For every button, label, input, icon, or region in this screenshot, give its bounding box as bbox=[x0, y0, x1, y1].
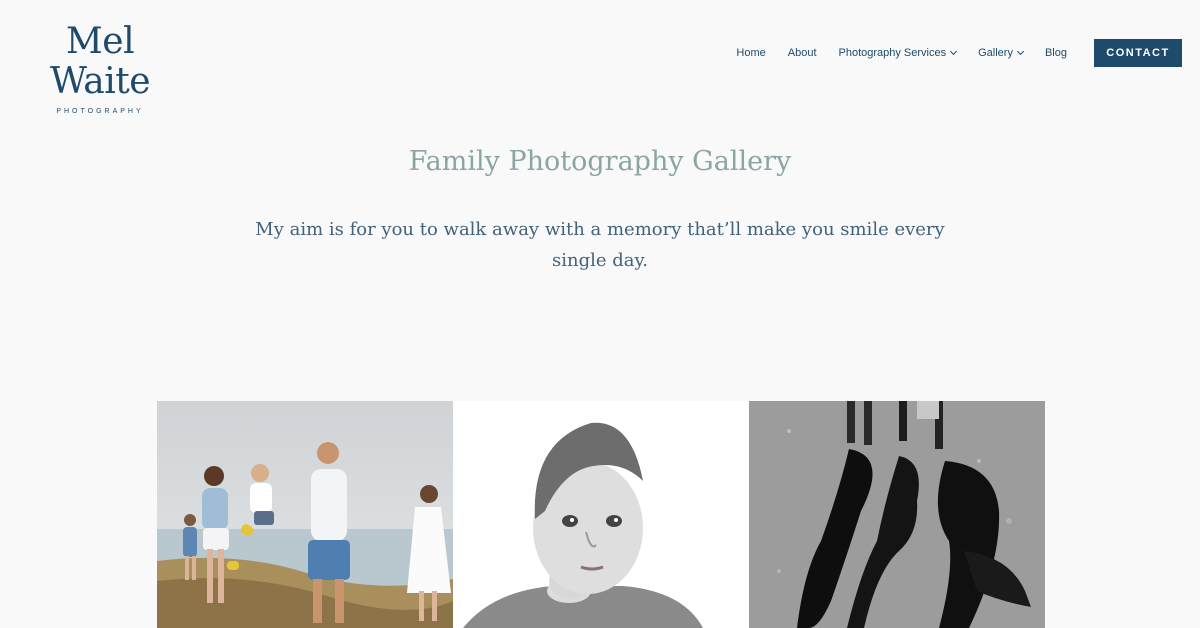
nav-item-about[interactable]: About bbox=[788, 47, 817, 59]
beach-shadows-illustration bbox=[749, 401, 1045, 628]
chevron-down-icon bbox=[950, 47, 958, 56]
logo-link[interactable]: Mel Waite PHOTOGRAPHY bbox=[20, 21, 180, 116]
nav-item-label: Home bbox=[736, 47, 766, 59]
nav-item-label: About bbox=[787, 47, 817, 59]
family-walking-photo[interactable] bbox=[157, 401, 453, 628]
nav-item-label: Blog bbox=[1044, 47, 1067, 59]
page-title: Family Photography Gallery bbox=[408, 146, 792, 177]
photo-gallery bbox=[157, 401, 1045, 628]
main-nav: Home About Photography Services Gallery … bbox=[736, 39, 1182, 67]
logo-wordmark: Mel Waite bbox=[49, 21, 151, 102]
nav-item-photography-services[interactable]: Photography Services bbox=[838, 47, 958, 59]
beach-shadows-photo[interactable] bbox=[749, 401, 1045, 628]
nav-item-blog[interactable]: Blog bbox=[1045, 47, 1067, 59]
nav-item-label: Photography Services bbox=[838, 47, 947, 59]
nav-item-home[interactable]: Home bbox=[736, 47, 765, 59]
toddler-portrait-illustration bbox=[453, 401, 749, 628]
toddler-portrait-photo[interactable] bbox=[453, 401, 749, 628]
contact-button[interactable]: CONTACT bbox=[1094, 39, 1182, 67]
nav-item-gallery[interactable]: Gallery bbox=[978, 47, 1025, 59]
family-walking-illustration bbox=[157, 401, 453, 628]
nav-item-label: Gallery bbox=[978, 47, 1013, 59]
intro-text: My aim is for you to walk away with a me… bbox=[255, 219, 945, 271]
chevron-down-icon bbox=[1016, 47, 1025, 56]
logo-tagline: PHOTOGRAPHY bbox=[56, 108, 144, 115]
